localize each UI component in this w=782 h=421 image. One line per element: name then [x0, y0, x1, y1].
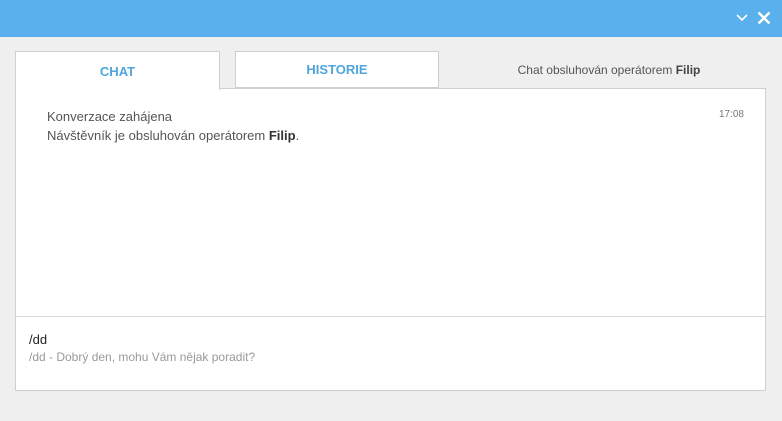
canned-response-suggestion[interactable]: /dd - Dobrý den, mohu Vám nějak poradit? [29, 350, 255, 364]
title-bar [0, 0, 782, 37]
minimize-button[interactable] [732, 8, 752, 28]
close-icon [757, 11, 771, 25]
operator-status: Chat obsluhován operátorem Filip [450, 63, 768, 77]
message-input[interactable]: /dd [29, 332, 47, 347]
message-line-operator-suffix: . [295, 128, 300, 143]
message-line-operator: Návštěvník je obsluhován operátorem Fili… [47, 126, 299, 145]
message-timestamp: 17:08 [718, 109, 744, 120]
message-operator-name: Filip [268, 128, 296, 143]
message-list[interactable]: Konverzace zahájena Návštěvník je obsluh… [16, 89, 765, 317]
message-line-start: Konverzace zahájena [47, 109, 173, 124]
operator-status-name: Filip [675, 63, 701, 77]
tab-history[interactable]: HISTORIE [235, 51, 439, 88]
operator-status-prefix: Chat obsluhován operátorem [517, 63, 676, 77]
close-button[interactable] [754, 8, 774, 28]
tab-chat[interactable]: CHAT [15, 51, 220, 90]
system-message: Konverzace zahájena Návštěvník je obsluh… [47, 107, 299, 145]
chevron-down-icon [736, 14, 748, 22]
message-composer[interactable]: /dd /dd - Dobrý den, mohu Vám nějak pora… [16, 317, 765, 390]
chat-panel: Konverzace zahájena Návštěvník je obsluh… [15, 88, 766, 391]
message-line-operator-prefix: Návštěvník je obsluhován operátorem [47, 128, 269, 143]
chat-window: CHAT HISTORIE Chat obsluhován operátorem… [0, 0, 782, 421]
